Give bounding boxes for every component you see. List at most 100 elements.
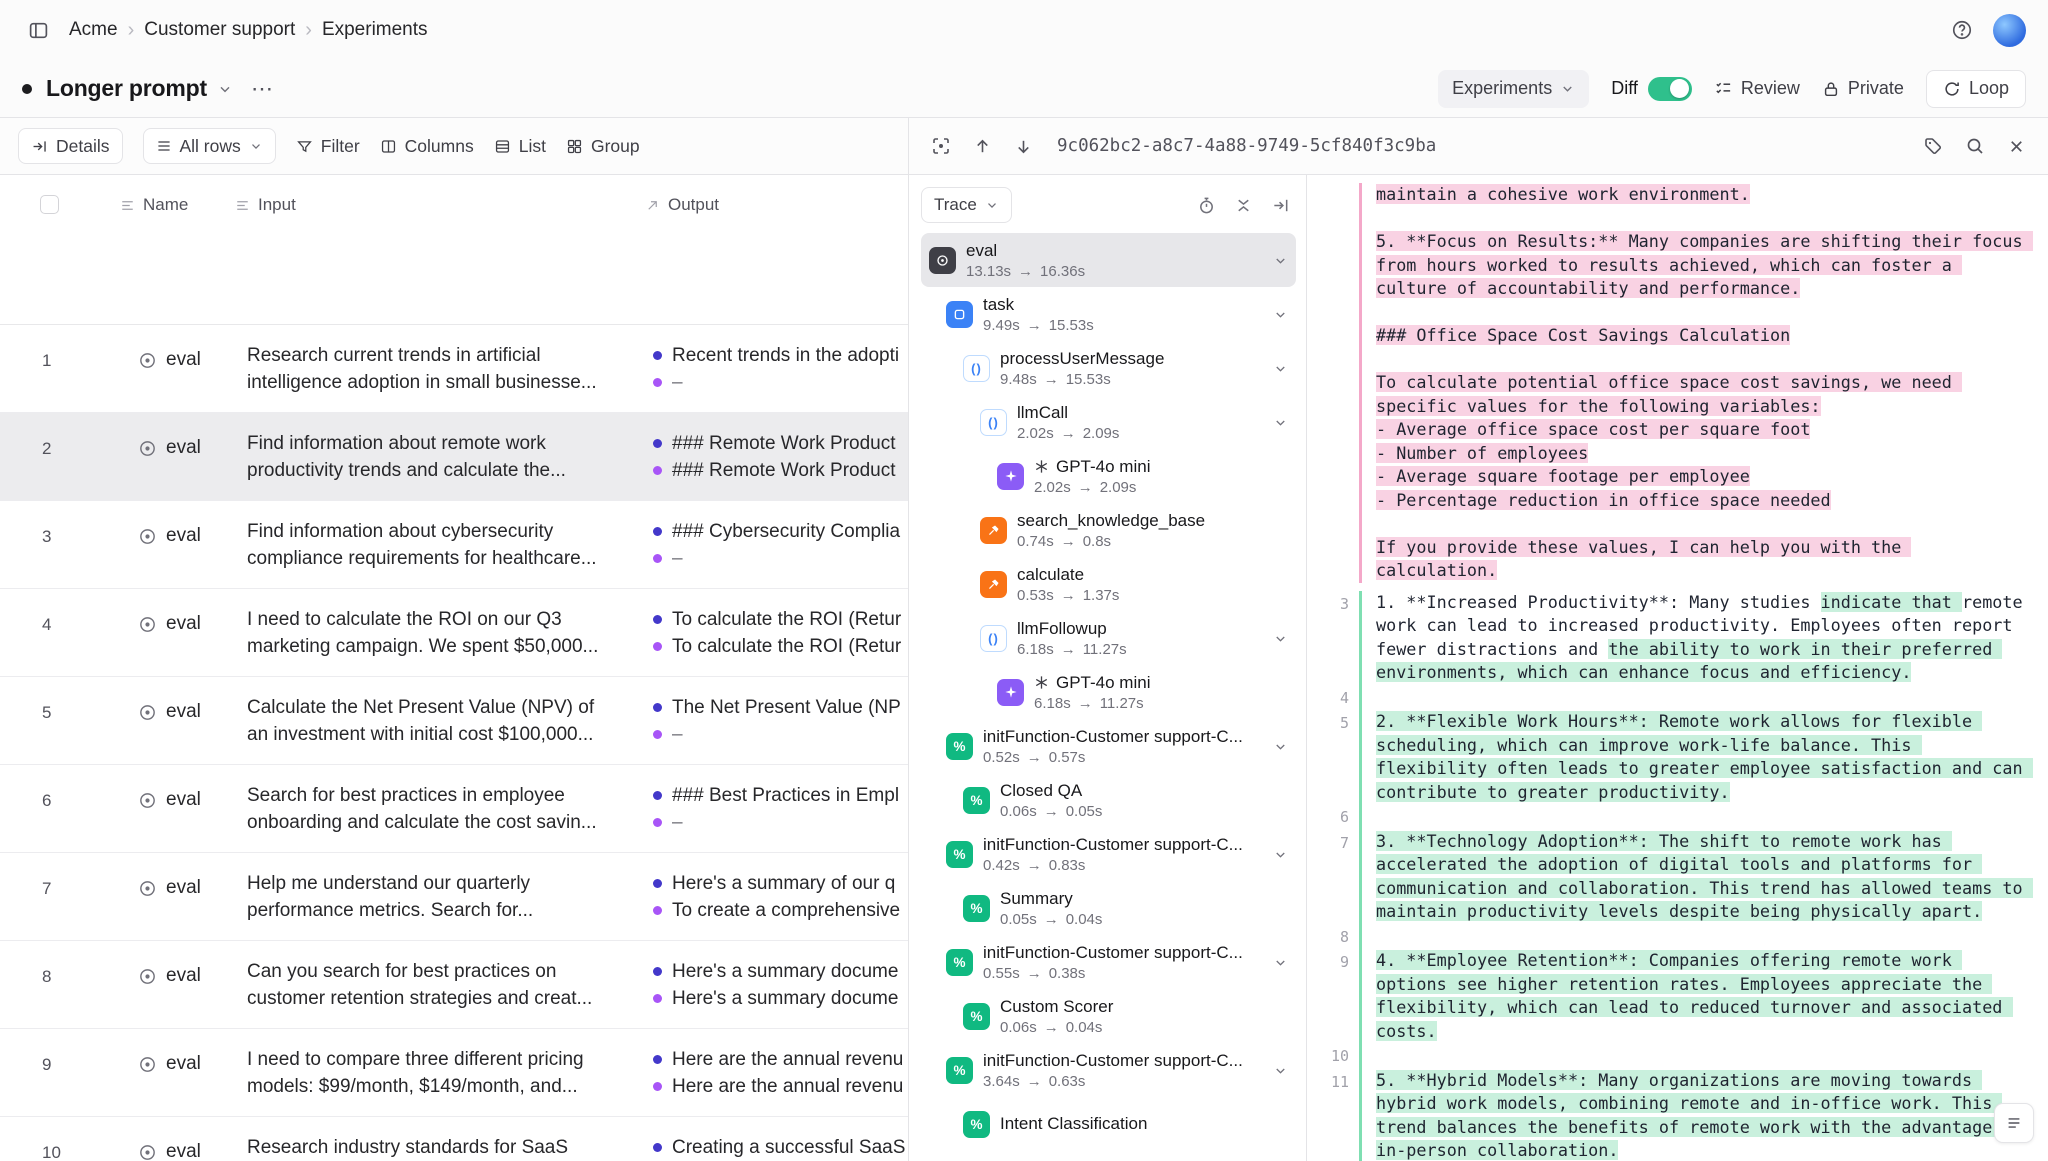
loop-button[interactable]: Loop: [1926, 70, 2026, 108]
timing-button[interactable]: [1191, 190, 1222, 221]
details-button[interactable]: Details: [18, 128, 123, 164]
trace-span-row[interactable]: %initFunction-Customer support-C...3.64s…: [921, 1043, 1296, 1097]
chevron-down-icon[interactable]: [1273, 739, 1288, 754]
span-durations: 3.64s→0.63s: [983, 1073, 1263, 1090]
arrow-right-icon: →: [1044, 803, 1059, 820]
tag-button[interactable]: [1917, 130, 1949, 162]
span-duration-primary: 6.18s: [1034, 695, 1071, 712]
review-label: Review: [1741, 78, 1800, 99]
diff-toggle[interactable]: [1648, 77, 1692, 101]
chevron-down-icon[interactable]: [1273, 361, 1288, 376]
breadcrumb-project[interactable]: Customer support: [144, 19, 295, 41]
diff-line-text: [1362, 924, 2048, 950]
trace-span-row[interactable]: calculate0.53s→1.37s: [921, 557, 1296, 611]
column-header-name[interactable]: Name: [120, 175, 235, 215]
span-meta: GPT-4o mini2.02s→2.09s: [1034, 457, 1288, 496]
collapse-all-button[interactable]: [1228, 190, 1259, 221]
trace-span-row[interactable]: GPT-4o mini2.02s→2.09s: [921, 449, 1296, 503]
more-actions-button[interactable]: ⋯: [251, 76, 275, 102]
trace-span-row[interactable]: %initFunction-Customer support-C...0.42s…: [921, 827, 1296, 881]
row-name-cell: eval: [120, 853, 235, 899]
experiment-dot-icon: [653, 791, 662, 800]
trace-span-row[interactable]: eval13.13s→16.36s: [921, 233, 1296, 287]
breadcrumb-org[interactable]: Acme: [69, 19, 118, 41]
experiment-switcher-button[interactable]: [217, 81, 233, 97]
dock-panel-button[interactable]: [1265, 190, 1296, 221]
trace-view-dropdown[interactable]: Trace: [921, 187, 1012, 223]
row-number: 10: [0, 1117, 120, 1161]
output-text: –: [672, 545, 683, 572]
sidebar-toggle-button[interactable]: [22, 14, 55, 47]
filter-button[interactable]: Filter: [296, 136, 360, 157]
trace-span-row[interactable]: %initFunction-Customer support-C...0.52s…: [921, 719, 1296, 773]
breadcrumb-separator: ›: [128, 19, 135, 42]
scorer-icon: %: [963, 1003, 990, 1030]
output-text: Here's a summary docume: [672, 985, 898, 1012]
trace-span-row[interactable]: task9.49s→15.53s: [921, 287, 1296, 341]
chevron-down-icon[interactable]: [1273, 253, 1288, 268]
row-name-cell: eval: [120, 589, 235, 635]
column-header-label: Name: [143, 195, 188, 215]
group-button[interactable]: Group: [566, 136, 640, 157]
trace-span-row[interactable]: ()llmFollowup6.18s→11.27s: [921, 611, 1296, 665]
trace-span-row[interactable]: %Closed QA0.06s→0.05s: [921, 773, 1296, 827]
experiment-dot-icon: [653, 906, 662, 915]
chevron-down-icon[interactable]: [1273, 631, 1288, 646]
trace-span-row[interactable]: %initFunction-Customer support-C...0.55s…: [921, 935, 1296, 989]
text-type-icon: [235, 198, 250, 213]
line-number: [1307, 183, 1359, 207]
eval-run-icon: [138, 791, 157, 810]
experiments-dropdown[interactable]: Experiments: [1438, 70, 1589, 108]
search-button[interactable]: [1959, 130, 1991, 162]
help-button[interactable]: [1945, 13, 1979, 47]
timer-icon: [1197, 196, 1216, 215]
diff-line: 10: [1307, 1043, 2048, 1069]
row-input-cell: Can you search for best practices on cus…: [235, 941, 645, 1012]
private-button[interactable]: Private: [1822, 78, 1904, 99]
rows-filter-dropdown[interactable]: All rows: [143, 128, 276, 164]
experiment-dot-icon: [653, 730, 662, 739]
eval-run-icon: [138, 351, 157, 370]
experiment-dot-icon: [653, 818, 662, 827]
chevron-down-icon[interactable]: [1273, 415, 1288, 430]
row-input-cell: Search for best practices in employee on…: [235, 765, 645, 836]
chevron-down-icon[interactable]: [1273, 307, 1288, 322]
breadcrumb-page[interactable]: Experiments: [322, 19, 428, 41]
avatar[interactable]: [1993, 14, 2026, 47]
output-diff-view: maintain a cohesive work environment. 5.…: [1307, 175, 2048, 1161]
output-text: ### Remote Work Product: [672, 430, 896, 457]
trace-span-row[interactable]: %Summary0.05s→0.04s: [921, 881, 1296, 935]
diff-line-text: [1362, 1043, 2048, 1069]
trace-span-row[interactable]: GPT-4o mini6.18s→11.27s: [921, 665, 1296, 719]
chevron-down-icon[interactable]: [1273, 955, 1288, 970]
diff-label: Diff: [1611, 78, 1638, 99]
select-all-checkbox[interactable]: [40, 195, 59, 214]
chevron-down-icon[interactable]: [1273, 1063, 1288, 1078]
previous-row-button[interactable]: [967, 131, 998, 162]
line-number: 4: [1307, 685, 1359, 711]
chevron-down-icon[interactable]: [1273, 847, 1288, 862]
span-durations: 9.48s→15.53s: [1000, 371, 1263, 388]
llm-icon: [997, 463, 1024, 490]
close-panel-button[interactable]: [2001, 131, 2032, 162]
diff-line: ### Office Space Cost Savings Calculatio…: [1307, 324, 2048, 348]
trace-span-row[interactable]: %Custom Scorer0.06s→0.04s: [921, 989, 1296, 1043]
span-duration-primary: 6.18s: [1017, 641, 1054, 658]
columns-button[interactable]: Columns: [380, 136, 474, 157]
list-button[interactable]: List: [494, 136, 546, 157]
trace-span-row[interactable]: ()processUserMessage9.48s→15.53s: [921, 341, 1296, 395]
experiment-dot-icon: [653, 642, 662, 651]
log-view-button[interactable]: [1994, 1103, 2034, 1143]
trace-span-row[interactable]: %Intent Classification: [921, 1097, 1296, 1151]
trace-span-row[interactable]: search_knowledge_base0.74s→0.8s: [921, 503, 1296, 557]
column-header-input[interactable]: Input: [235, 175, 645, 215]
arrow-up-icon: [973, 137, 992, 156]
expand-trace-button[interactable]: [925, 130, 957, 162]
span-duration-primary: 9.48s: [1000, 371, 1037, 388]
next-row-button[interactable]: [1008, 131, 1039, 162]
line-number: [1307, 465, 1359, 489]
span-meta: Closed QA0.06s→0.05s: [1000, 781, 1288, 820]
span-duration-primary: 0.05s: [1000, 911, 1037, 928]
review-button[interactable]: Review: [1714, 78, 1800, 99]
trace-span-row[interactable]: ()llmCall2.02s→2.09s: [921, 395, 1296, 449]
